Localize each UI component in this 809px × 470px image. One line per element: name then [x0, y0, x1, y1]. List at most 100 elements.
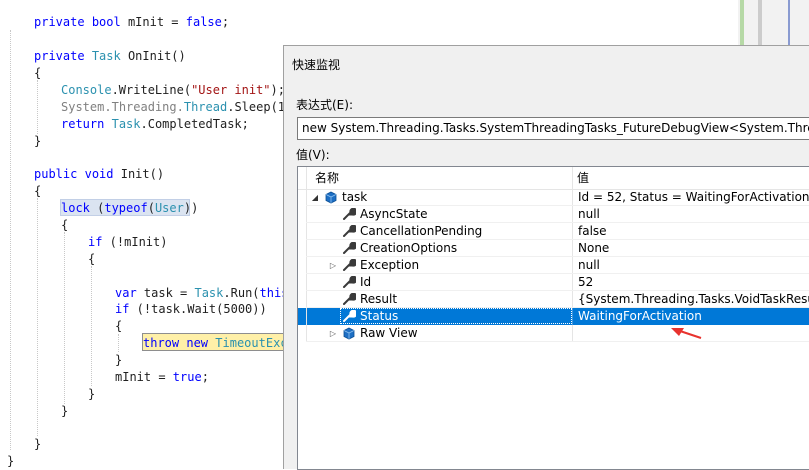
row-header [298, 206, 307, 223]
quick-watch-dialog: 快速监视 表达式(E): new System.Threading.Tasks.… [283, 45, 809, 470]
watch-item-name: task [342, 190, 368, 204]
wrench-icon [342, 241, 358, 255]
watch-row-result[interactable]: Result {System.Threading.Tasks.VoidTaskRe… [298, 291, 809, 308]
code-line[interactable]: { [88, 251, 95, 268]
indent-guide [64, 232, 65, 404]
watch-item-value[interactable]: null [572, 206, 809, 223]
code-token: bool [91, 15, 121, 29]
code-line[interactable]: mInit = true; [115, 369, 209, 386]
code-token: . [176, 100, 184, 114]
code-line[interactable]: return Task.CompletedTask; [61, 116, 249, 133]
code-line[interactable]: lock (typeof(User)) [61, 200, 198, 217]
watch-item-value[interactable]: None [572, 240, 809, 257]
code-token: { [34, 66, 42, 80]
watch-row-raw-view[interactable]: ▷ Raw View [298, 325, 809, 342]
code-token: private [34, 15, 85, 29]
row-header [298, 291, 307, 308]
code-token: .CompletedTask; [140, 117, 249, 131]
code-line[interactable]: var task = Task.Run(this. [115, 285, 296, 302]
code-line[interactable]: } [88, 386, 95, 403]
watch-item-value[interactable]: 52 [572, 274, 809, 291]
code-token: { [34, 184, 42, 198]
wrench-icon [342, 275, 358, 289]
watch-row-task[interactable]: ◢ task Id = 52, Status = WaitingForActivat… [298, 189, 809, 206]
code-token: task = [136, 286, 195, 300]
code-line[interactable]: private bool mInit = false; [34, 14, 229, 31]
code-token: false [185, 15, 222, 29]
column-header-name[interactable]: 名称 [310, 167, 572, 189]
row-header [298, 325, 307, 342]
row-separator [306, 341, 809, 342]
code-line[interactable]: throw new TimeoutExce [143, 335, 295, 352]
code-line[interactable]: private Task OnInit() [34, 48, 186, 65]
watch-item-value[interactable]: WaitingForActivation [572, 308, 809, 325]
row-header [298, 257, 307, 274]
code-token: (!task.Wait(5000)) [129, 302, 267, 316]
watch-item-name: Status [360, 309, 399, 323]
watch-item-value[interactable] [572, 325, 809, 342]
watch-row-status[interactable]: Status WaitingForActivation [298, 308, 809, 325]
code-line[interactable]: } [61, 403, 68, 420]
watch-item-value[interactable]: false [572, 223, 809, 240]
object-icon [324, 191, 338, 204]
code-line[interactable]: System.Threading.Thread.Sleep(100 [61, 99, 299, 116]
code-token: void [84, 167, 114, 181]
wrench-icon [342, 309, 358, 323]
code-line[interactable]: { [115, 318, 122, 335]
code-line[interactable]: Console.WriteLine("User init"); [61, 82, 285, 99]
code-line[interactable]: } [34, 436, 41, 453]
watch-row-creationoptions[interactable]: CreationOptions None [298, 240, 809, 257]
watch-grid[interactable]: 名称 值 ◢ task Id = 52, Status = WaitingForAc… [297, 166, 809, 470]
code-line[interactable]: { [34, 183, 41, 200]
watch-item-name: Raw View [360, 326, 418, 340]
code-token: (!mInit) [102, 235, 168, 249]
code-line[interactable]: public void Init() [34, 166, 164, 183]
column-header-value[interactable]: 值 [572, 167, 809, 189]
expand-arrow-icon[interactable]: ▷ [328, 257, 338, 274]
code-token: } [34, 437, 42, 451]
code-token: throw [143, 336, 180, 350]
watch-item-name: Result [360, 292, 398, 306]
code-line[interactable]: if (!mInit) [88, 234, 167, 251]
code-token: System [61, 100, 105, 114]
watch-row-id[interactable]: Id 52 [298, 274, 809, 291]
code-token: .WriteLine( [111, 83, 192, 97]
collapse-arrow-icon[interactable]: ◢ [310, 189, 320, 206]
indent-guide [10, 30, 11, 450]
row-header-corner [298, 167, 307, 189]
watch-item-name: Exception [360, 258, 420, 272]
code-token: } [61, 404, 69, 418]
watch-row-asyncstate[interactable]: AsyncState null [298, 206, 809, 223]
code-token: true [172, 370, 202, 384]
code-token: } [88, 387, 96, 401]
code-line[interactable]: { [34, 65, 41, 82]
code-token: private [34, 49, 85, 63]
code-token: { [115, 319, 123, 333]
scrollbar-strip[interactable] [758, 0, 762, 48]
code-line[interactable]: if (!task.Wait(5000)) [115, 301, 267, 318]
expression-label: 表达式(E): [296, 98, 353, 112]
watch-item-value[interactable]: {System.Threading.Tasks.VoidTaskResult} [572, 291, 809, 308]
code-token: Init() [113, 167, 165, 181]
expression-input[interactable]: new System.Threading.Tasks.SystemThreadi… [297, 117, 809, 140]
watch-row-cancellationpending[interactable]: CancellationPending false [298, 223, 809, 240]
change-margin-marker [740, 0, 744, 48]
watch-item-value[interactable]: null [572, 257, 809, 274]
code-line[interactable]: } [34, 133, 41, 150]
code-line[interactable]: } [115, 352, 122, 369]
value-label: 值(V): [296, 148, 330, 162]
dialog-title: 快速监视 [292, 58, 341, 72]
code-line[interactable]: } [7, 453, 14, 470]
watch-row-exception[interactable]: ▷ Exception null [298, 257, 809, 274]
code-token: lock [61, 201, 90, 215]
code-token: if [88, 235, 103, 249]
editor-right-panel-edge [738, 0, 809, 48]
code-token: var [115, 286, 137, 300]
watch-item-value[interactable]: Id = 52, Status = WaitingForActivation, … [572, 189, 809, 206]
code-line[interactable]: { [61, 217, 68, 234]
expand-arrow-icon[interactable]: ▷ [328, 325, 338, 342]
indent-guide [37, 198, 38, 436]
